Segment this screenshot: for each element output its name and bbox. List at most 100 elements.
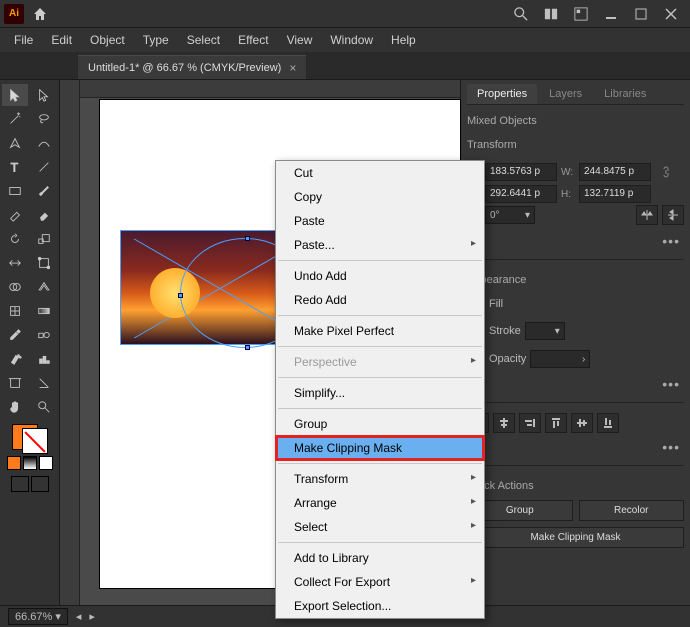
stroke-weight-input[interactable]: ▾ xyxy=(525,322,565,340)
arrange-docs-icon[interactable] xyxy=(536,2,566,26)
align-bottom-icon[interactable] xyxy=(597,413,619,433)
lasso-tool-icon[interactable] xyxy=(31,108,57,130)
h-input[interactable]: 132.7119 p xyxy=(579,185,651,203)
tab-libraries[interactable]: Libraries xyxy=(594,84,656,104)
make-clipping-mask-button[interactable]: Make Clipping Mask xyxy=(467,527,684,548)
paintbrush-tool-icon[interactable] xyxy=(31,180,57,202)
ctx-paste[interactable]: Paste xyxy=(276,209,484,233)
x-input[interactable]: 183.5763 p xyxy=(485,163,557,181)
fill-label: Fill xyxy=(489,298,503,310)
ctx-make-pixel-perfect[interactable]: Make Pixel Perfect xyxy=(276,319,484,343)
perspective-grid-tool-icon[interactable] xyxy=(31,276,57,298)
direct-selection-tool-icon[interactable] xyxy=(31,84,57,106)
flip-vertical-icon[interactable] xyxy=(662,205,684,225)
recolor-button[interactable]: Recolor xyxy=(579,500,685,521)
align-more-icon[interactable]: ••• xyxy=(467,439,684,455)
workspace-icon[interactable] xyxy=(566,2,596,26)
search-icon[interactable] xyxy=(506,2,536,26)
column-graph-tool-icon[interactable] xyxy=(31,348,57,370)
slice-tool-icon[interactable] xyxy=(31,372,57,394)
minimize-icon[interactable] xyxy=(596,2,626,26)
tab-layers[interactable]: Layers xyxy=(539,84,592,104)
w-label: W: xyxy=(561,167,575,178)
line-segment-tool-icon[interactable] xyxy=(31,156,57,178)
ctx-copy[interactable]: Copy xyxy=(276,185,484,209)
mesh-tool-icon[interactable] xyxy=(2,300,28,322)
free-transform-tool-icon[interactable] xyxy=(31,252,57,274)
menu-type[interactable]: Type xyxy=(135,31,177,49)
menu-edit[interactable]: Edit xyxy=(43,31,80,49)
width-tool-icon[interactable] xyxy=(2,252,28,274)
link-wh-icon[interactable] xyxy=(655,161,677,183)
align-top-icon[interactable] xyxy=(545,413,567,433)
artboard-tool-icon[interactable] xyxy=(2,372,28,394)
close-tab-icon[interactable]: × xyxy=(289,61,296,75)
symbol-sprayer-tool-icon[interactable] xyxy=(2,348,28,370)
appearance-more-icon[interactable]: ••• xyxy=(467,376,684,392)
menu-select[interactable]: Select xyxy=(179,31,228,49)
selection-tool-icon[interactable] xyxy=(2,84,28,106)
color-mode-swatch[interactable] xyxy=(7,456,21,470)
ctx-arrange[interactable]: Arrange xyxy=(276,491,484,515)
pen-tool-icon[interactable] xyxy=(2,132,28,154)
maximize-icon[interactable] xyxy=(626,2,656,26)
menu-window[interactable]: Window xyxy=(322,31,381,49)
menu-effect[interactable]: Effect xyxy=(230,31,276,49)
home-icon[interactable] xyxy=(30,4,50,24)
curvature-tool-icon[interactable] xyxy=(31,132,57,154)
ctx-export-selection[interactable]: Export Selection... xyxy=(276,594,484,618)
eyedropper-tool-icon[interactable] xyxy=(2,324,28,346)
tab-properties[interactable]: Properties xyxy=(467,84,537,104)
align-hcenter-icon[interactable] xyxy=(493,413,515,433)
ctx-simplify[interactable]: Simplify... xyxy=(276,381,484,405)
ctx-group[interactable]: Group xyxy=(276,412,484,436)
hand-tool-icon[interactable] xyxy=(2,396,28,418)
scale-tool-icon[interactable] xyxy=(31,228,57,250)
close-icon[interactable] xyxy=(656,2,686,26)
ctx-cut[interactable]: Cut xyxy=(276,161,484,185)
titlebar: Ai xyxy=(0,0,690,28)
rotate-input[interactable]: 0°▾ xyxy=(485,206,535,224)
shaper-tool-icon[interactable] xyxy=(2,204,28,226)
align-vcenter-icon[interactable] xyxy=(571,413,593,433)
opacity-input[interactable]: › xyxy=(530,350,590,368)
rectangle-tool-icon[interactable] xyxy=(2,180,28,202)
draw-mode-behind-icon[interactable] xyxy=(31,476,49,492)
gradient-mode-swatch[interactable] xyxy=(23,456,37,470)
status-nav-right-icon[interactable]: ▸ xyxy=(89,610,95,623)
ctx-redo-add[interactable]: Redo Add xyxy=(276,288,484,312)
magic-wand-tool-icon[interactable] xyxy=(2,108,28,130)
w-input[interactable]: 244.8475 p xyxy=(579,163,651,181)
menu-object[interactable]: Object xyxy=(82,31,133,49)
zoom-select[interactable]: 66.67% ▾ xyxy=(8,608,68,625)
ctx-collect-for-export[interactable]: Collect For Export xyxy=(276,570,484,594)
ctx-undo-add[interactable]: Undo Add xyxy=(276,264,484,288)
shape-builder-tool-icon[interactable] xyxy=(2,276,28,298)
ctx-transform[interactable]: Transform xyxy=(276,467,484,491)
blend-tool-icon[interactable] xyxy=(31,324,57,346)
draw-mode-normal-icon[interactable] xyxy=(11,476,29,492)
align-right-icon[interactable] xyxy=(519,413,541,433)
menu-help[interactable]: Help xyxy=(383,31,424,49)
selection-type-label: Mixed Objects xyxy=(467,115,684,127)
ctx-perspective[interactable]: Perspective xyxy=(276,350,484,374)
transform-more-icon[interactable]: ••• xyxy=(467,233,684,249)
type-tool-icon[interactable]: T xyxy=(2,156,28,178)
none-mode-swatch[interactable] xyxy=(39,456,53,470)
ctx-select[interactable]: Select xyxy=(276,515,484,539)
ctx-paste-sub[interactable]: Paste... xyxy=(276,233,484,257)
stroke-swatch[interactable] xyxy=(22,428,48,454)
flip-horizontal-icon[interactable] xyxy=(636,205,658,225)
align-row xyxy=(467,413,684,433)
ctx-add-to-library[interactable]: Add to Library xyxy=(276,546,484,570)
zoom-tool-icon[interactable] xyxy=(31,396,57,418)
eraser-tool-icon[interactable] xyxy=(31,204,57,226)
menu-view[interactable]: View xyxy=(279,31,321,49)
document-tab[interactable]: Untitled-1* @ 66.67 % (CMYK/Preview) × xyxy=(78,55,306,79)
y-input[interactable]: 292.6441 p xyxy=(485,185,557,203)
status-nav-left-icon[interactable]: ◂ xyxy=(76,610,82,623)
rotate-tool-icon[interactable] xyxy=(2,228,28,250)
ctx-make-clipping-mask[interactable]: Make Clipping Mask xyxy=(276,436,484,460)
menu-file[interactable]: File xyxy=(6,31,41,49)
gradient-tool-icon[interactable] xyxy=(31,300,57,322)
